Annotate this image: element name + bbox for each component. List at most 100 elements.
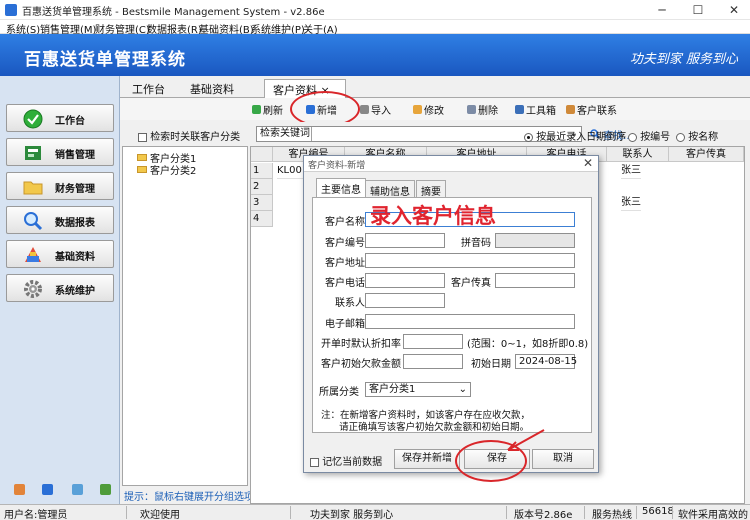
category-select[interactable]: 客户分类1 ⌄ — [365, 382, 471, 397]
toolbar: 刷新 新增 导入 修改 删除 工具箱 客户联系 — [120, 98, 750, 120]
status-slogan: 功夫到家 服务到心 — [310, 510, 394, 520]
sidebar-item-maintenance[interactable]: 系统维护 — [6, 274, 114, 302]
init-debt-input[interactable] — [403, 354, 463, 369]
radio-dot — [524, 132, 533, 142]
remember-checkbox[interactable]: 记忆当前数据 — [310, 453, 382, 468]
toolbox-button[interactable]: 工具箱 — [515, 102, 556, 117]
sidebar-item-basic-data[interactable]: 基础资料 — [6, 240, 114, 268]
menu-bar: 系统(S) 销售管理(M) 财务管理(C) 数据报表(R) 基础资料(B) 系统… — [0, 20, 750, 36]
maximize-button[interactable]: ☐ — [686, 1, 710, 19]
checkbox-label: 记忆当前数据 — [322, 457, 383, 468]
app-icon — [5, 4, 17, 16]
arrow-icon — [507, 429, 545, 451]
field-label: 开单时默认折扣率 — [321, 339, 401, 350]
sidebar-item-sales[interactable]: 销售管理 — [6, 138, 114, 166]
discount-range: (范围：0~1，如8折即0.8) — [467, 339, 589, 350]
refresh-button[interactable]: 刷新 — [252, 102, 283, 117]
status-user: 用户名:管理员 — [4, 510, 68, 520]
column-header[interactable]: 联系人 — [607, 147, 669, 162]
address-input[interactable] — [365, 253, 575, 268]
delete-label: 删除 — [478, 106, 498, 117]
tab-workbench[interactable]: 工作台 — [124, 79, 173, 98]
edit-button[interactable]: 修改 — [413, 102, 444, 117]
row-number[interactable]: 1 — [251, 163, 273, 179]
status-license: 软件采用高效的 — [678, 510, 748, 520]
contact-button[interactable]: 客户联系 — [566, 102, 617, 117]
category-tree: 客户分类1 客户分类2 — [122, 146, 248, 486]
pencil-icon — [413, 105, 422, 114]
status-bar: 用户名:管理员 欢迎使用 功夫到家 服务到心 版本号2.86e 服务热线 566… — [0, 504, 750, 520]
grid-cell[interactable]: 张三 — [621, 195, 641, 211]
sidebar-item-workbench[interactable]: 工作台 — [6, 104, 114, 132]
checkbox-label: 检索时关联客户分类 — [150, 132, 241, 143]
field-label: 联系人 — [335, 298, 365, 309]
globe-icon[interactable] — [100, 484, 111, 495]
field-label: 拼音码 — [461, 238, 491, 249]
image-icon[interactable] — [72, 484, 83, 495]
minimize-button[interactable]: ─ — [650, 1, 674, 19]
tab-strip: 工作台 基础资料 客户资料 × — [120, 76, 750, 98]
tab-summary[interactable]: 摘要 — [416, 180, 446, 198]
sidebar-item-label: 销售管理 — [55, 150, 95, 161]
field-label: 客户电话 — [325, 278, 365, 289]
discount-input[interactable] — [403, 334, 463, 349]
sort-name-radio[interactable]: 按名称 — [676, 128, 718, 143]
close-button[interactable]: ✕ — [722, 1, 746, 19]
field-label: 所属分类 — [319, 387, 359, 398]
sidebar-item-reports[interactable]: 数据报表 — [6, 206, 114, 234]
title-bar: 百惠送货单管理系统 - Bestsmile Management System … — [0, 0, 750, 20]
email-input[interactable] — [365, 314, 575, 329]
column-header[interactable]: 客户传真 — [669, 147, 744, 162]
code-input[interactable] — [365, 233, 445, 248]
import-button[interactable]: 导入 — [360, 102, 391, 117]
filter-bar: 检索时关联客户分类 检索关键词 ⌄ 查找.. 按最近录入日期倒序 按编号 按名称 — [120, 122, 750, 146]
row-number[interactable]: 4 — [251, 211, 273, 227]
field-label: 客户地址 — [325, 258, 365, 269]
checkbox-box — [310, 457, 319, 467]
field-label: 客户编号 — [325, 238, 365, 249]
dialog-note: 注：在新增客户资料时，如该客户存在应收欠款， 请正确填写该客户初始欠款金额和初始… — [321, 410, 531, 433]
delete-button[interactable]: 删除 — [467, 102, 498, 117]
tree-node[interactable]: 客户分类2 — [137, 162, 196, 177]
tab-main-info[interactable]: 主要信息 — [316, 178, 366, 198]
tab-aux-info[interactable]: 辅助信息 — [365, 180, 415, 198]
grid-cell[interactable]: 张三 — [621, 163, 641, 179]
window-title: 百惠送货单管理系统 - Bestsmile Management System … — [22, 7, 325, 18]
dialog-title-bar: 客户资料-新增 ✕ — [304, 156, 598, 172]
row-number[interactable]: 2 — [251, 179, 273, 195]
sidebar-item-label: 工作台 — [55, 116, 85, 127]
contact-label: 客户联系 — [577, 106, 617, 117]
row-number[interactable]: 3 — [251, 195, 273, 211]
radio-dot — [676, 132, 685, 142]
tab-basic-data[interactable]: 基础资料 — [182, 79, 242, 98]
pinyin-input[interactable] — [495, 233, 575, 248]
gear-icon — [23, 279, 43, 299]
sidebar: 工作台 销售管理 财务管理 数据报表 基础资料 系统维护 — [0, 76, 120, 504]
field-label: 客户传真 — [451, 278, 491, 289]
sort-code-radio[interactable]: 按编号 — [628, 128, 670, 143]
field-label: 客户初始欠款金额 — [321, 359, 401, 370]
sort-recent-radio[interactable]: 按最近录入日期倒序 — [524, 128, 626, 143]
phone-input[interactable] — [365, 273, 445, 288]
retrieve-related-checkbox[interactable]: 检索时关联客户分类 — [138, 128, 240, 143]
status-code: 56618 — [642, 506, 674, 517]
sidebar-item-finance[interactable]: 财务管理 — [6, 172, 114, 200]
banner-slogan: 功夫到家 服务到心 — [629, 52, 738, 67]
field-label: 初始日期 — [471, 359, 511, 370]
radio-dot — [628, 132, 637, 142]
sun-icon[interactable] — [14, 484, 25, 495]
banner-title: 百惠送货单管理系统 — [24, 50, 186, 70]
status-version: 版本号2.86e — [514, 510, 573, 520]
contact-input[interactable] — [365, 293, 445, 308]
computer-icon[interactable] — [42, 484, 53, 495]
sidebar-item-label: 财务管理 — [55, 184, 95, 195]
fax-input[interactable] — [495, 273, 575, 288]
grid-corner — [251, 147, 273, 162]
close-icon[interactable]: ✕ — [583, 156, 593, 170]
init-date-input[interactable]: 2024-08-15 — [515, 354, 577, 369]
folder-icon — [137, 166, 147, 173]
dialog-title: 客户资料-新增 — [308, 161, 366, 171]
import-icon — [360, 105, 369, 114]
folder-icon — [137, 154, 147, 161]
save-and-new-button[interactable]: 保存并新增 — [394, 449, 460, 469]
